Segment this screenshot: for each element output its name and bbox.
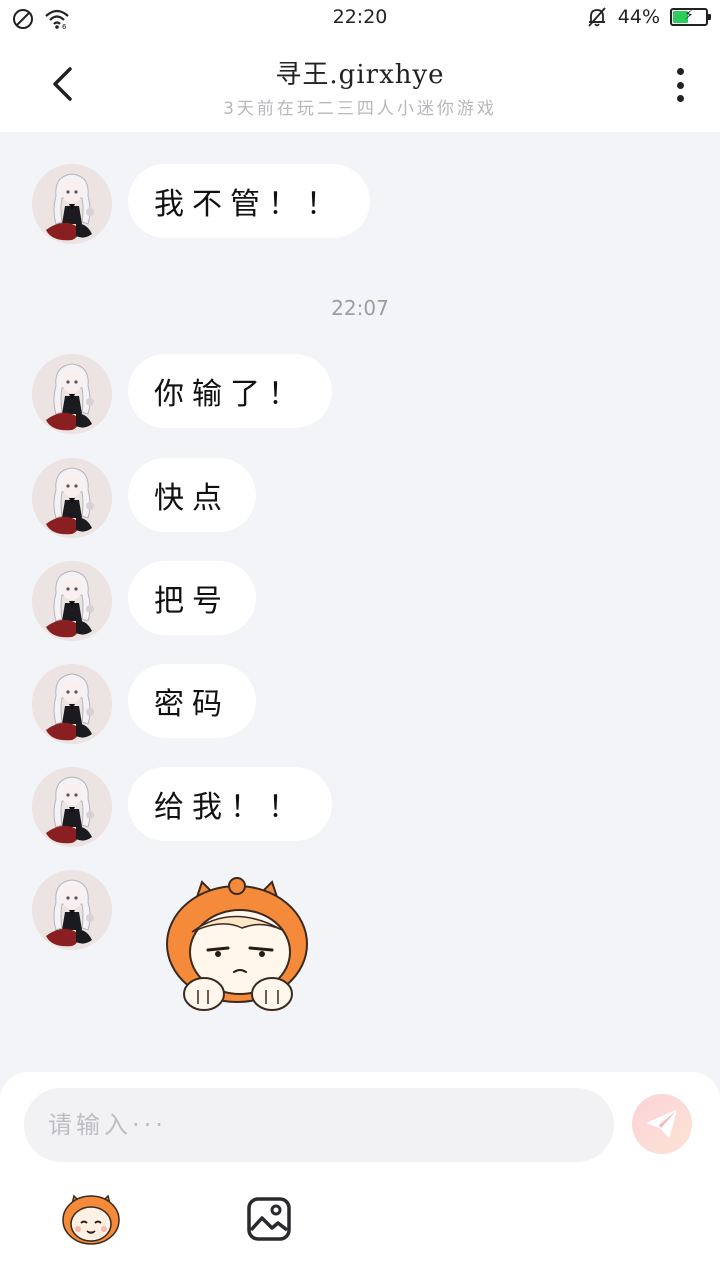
message-row: 密码 bbox=[32, 664, 256, 744]
avatar[interactable] bbox=[32, 870, 112, 950]
dot-icon bbox=[676, 95, 684, 102]
image-icon[interactable] bbox=[246, 1196, 292, 1242]
grumpy-mascot-sticker[interactable] bbox=[152, 872, 322, 1022]
avatar[interactable] bbox=[32, 767, 112, 847]
input-panel bbox=[0, 1072, 720, 1280]
status-right: 44% ⚡ bbox=[586, 6, 711, 28]
dot-icon bbox=[676, 68, 684, 75]
charging-bolt-icon: ⚡ bbox=[684, 8, 694, 23]
message-row: 把号 bbox=[32, 561, 256, 641]
chat-title: 寻王.girxhye bbox=[275, 60, 445, 90]
avatar[interactable] bbox=[32, 458, 112, 538]
message-row: 你输了！ bbox=[32, 354, 332, 434]
avatar[interactable] bbox=[32, 354, 112, 434]
message-row: 我不管！！ bbox=[32, 164, 370, 244]
sticker-icon[interactable] bbox=[60, 1190, 122, 1246]
message-row: 给我！！ bbox=[32, 767, 332, 847]
avatar[interactable] bbox=[32, 664, 112, 744]
chat-subtitle: 3天前在玩二三四人小迷你游戏 bbox=[223, 99, 497, 119]
send-icon bbox=[647, 1110, 677, 1138]
battery-icon: ⚡ bbox=[670, 8, 711, 26]
message-timestamp: 22:07 bbox=[331, 296, 389, 320]
status-bar: 6 22:20 44% ⚡ bbox=[0, 0, 720, 36]
message-bubble: 把号 bbox=[128, 561, 256, 635]
bell-off-icon bbox=[588, 7, 606, 27]
avatar[interactable] bbox=[32, 164, 112, 244]
message-bubble: 快点 bbox=[128, 458, 256, 532]
message-bubble: 给我！！ bbox=[128, 767, 332, 841]
message-input[interactable] bbox=[24, 1088, 614, 1162]
message-row bbox=[32, 870, 322, 1022]
message-bubble: 密码 bbox=[128, 664, 256, 738]
message-bubble: 我不管！！ bbox=[128, 164, 370, 238]
dot-icon bbox=[676, 81, 684, 89]
message-list[interactable]: 我不管！！ 22:07 你输了！ 快点 把号 密码 给我！！ bbox=[0, 132, 720, 1072]
message-bubble: 你输了！ bbox=[128, 354, 332, 428]
avatar[interactable] bbox=[32, 561, 112, 641]
battery-percent: 44% bbox=[617, 6, 660, 28]
more-options-button[interactable] bbox=[666, 62, 694, 108]
chat-header: 寻王.girxhye 3天前在玩二三四人小迷你游戏 bbox=[0, 36, 720, 132]
message-row: 快点 bbox=[32, 458, 256, 538]
send-button[interactable] bbox=[632, 1094, 692, 1154]
